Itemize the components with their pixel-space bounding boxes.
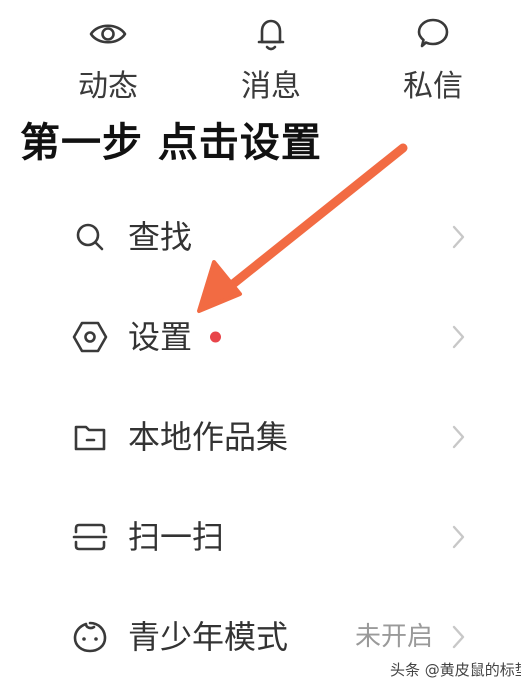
chevron-right-icon — [452, 625, 465, 649]
tab-label: 私信 — [403, 69, 463, 104]
chevron-right-icon — [452, 525, 465, 549]
chevron-right-icon — [452, 225, 465, 249]
chevron-right-icon — [452, 325, 465, 349]
folder-icon — [74, 425, 106, 451]
instruction-heading: 第一步 点击设置 — [20, 120, 322, 166]
tab-sixin[interactable]: 私信 — [388, 14, 478, 106]
child-face-icon — [73, 621, 107, 653]
menu-item-label: 设置 — [128, 318, 193, 356]
tab-xiaoxi[interactable]: 消息 — [226, 14, 316, 106]
scan-icon — [72, 523, 108, 551]
watermark: 头条 @黄皮鼠的标垫 — [390, 661, 521, 679]
notification-dot — [210, 331, 221, 343]
menu-item-label: 青少年模式 — [128, 618, 289, 656]
menu-item-label: 本地作品集 — [128, 418, 289, 456]
teen-mode-status: 未开启 — [355, 622, 434, 652]
tab-label: 消息 — [241, 69, 301, 104]
menu-item-scan[interactable]: 扫一扫 — [0, 492, 521, 582]
tab-label: 动态 — [78, 69, 138, 104]
menu-item-search[interactable]: 查找 — [0, 192, 521, 282]
menu-item-label: 扫一扫 — [128, 518, 225, 556]
menu-item-local-works[interactable]: 本地作品集 — [0, 392, 521, 482]
hexagon-settings-icon — [72, 321, 108, 353]
chevron-right-icon — [452, 425, 465, 449]
tab-dongtai[interactable]: 动态 — [63, 14, 153, 106]
eye-icon — [89, 24, 127, 44]
chat-bubble-icon — [417, 18, 449, 48]
menu-item-settings[interactable]: 设置 — [0, 292, 521, 382]
search-icon — [76, 223, 104, 251]
menu-item-label: 查找 — [128, 218, 193, 256]
bell-icon — [257, 19, 285, 51]
